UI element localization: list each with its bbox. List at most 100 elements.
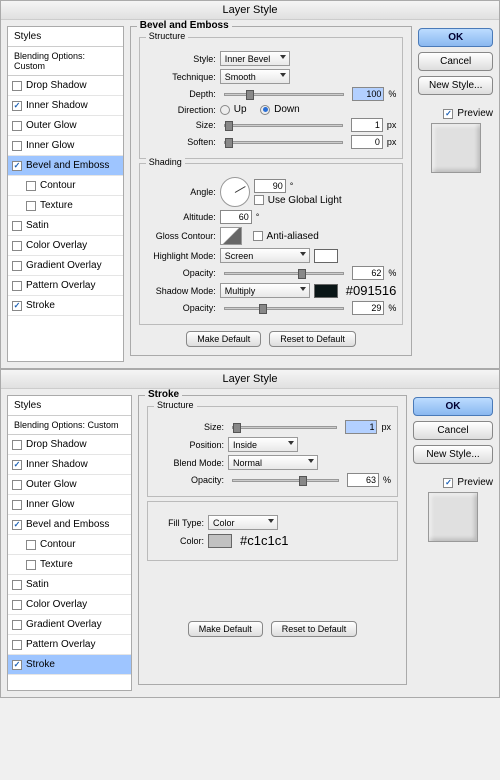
position-select[interactable]: Inside — [228, 437, 298, 452]
ok-button[interactable]: OK — [418, 28, 493, 47]
checkbox-icon[interactable] — [12, 460, 22, 470]
shadow-opacity-slider[interactable] — [224, 307, 345, 310]
cancel-button[interactable]: Cancel — [418, 52, 493, 71]
checkbox-icon[interactable] — [12, 660, 22, 670]
new-style-button[interactable]: New Style... — [413, 445, 493, 464]
checkbox-icon[interactable] — [12, 500, 22, 510]
shadow-mode-select[interactable]: Multiply — [220, 283, 310, 298]
checkbox-icon[interactable] — [12, 161, 22, 171]
style-bevel-emboss[interactable]: Bevel and Emboss — [8, 515, 131, 535]
depth-input[interactable]: 100 — [352, 87, 384, 101]
style-color-overlay[interactable]: Color Overlay — [8, 236, 123, 256]
checkbox-icon[interactable] — [12, 281, 22, 291]
style-stroke[interactable]: Stroke — [8, 296, 123, 316]
soften-input[interactable]: 0 — [351, 135, 383, 149]
preview-swatch — [428, 492, 478, 542]
style-outer-glow[interactable]: Outer Glow — [8, 475, 131, 495]
checkbox-icon[interactable] — [12, 81, 22, 91]
bevel-emboss-group: Bevel and Emboss Structure Style:Inner B… — [130, 26, 413, 356]
style-inner-glow[interactable]: Inner Glow — [8, 136, 123, 156]
checkbox-icon[interactable] — [12, 261, 22, 271]
checkbox-icon[interactable] — [12, 480, 22, 490]
checkbox-icon[interactable] — [12, 141, 22, 151]
style-pattern-overlay[interactable]: Pattern Overlay — [8, 635, 131, 655]
angle-input[interactable]: 90 — [254, 179, 286, 193]
checkbox-icon[interactable] — [12, 101, 22, 111]
technique-select[interactable]: Smooth — [220, 69, 290, 84]
settings-panel: Bevel and Emboss Structure Style:Inner B… — [130, 26, 413, 362]
preview-checkbox[interactable] — [443, 109, 453, 119]
angle-dial[interactable] — [220, 177, 250, 207]
style-color-overlay[interactable]: Color Overlay — [8, 595, 131, 615]
altitude-input[interactable]: 60 — [220, 210, 252, 224]
style-bevel-emboss[interactable]: Bevel and Emboss — [8, 156, 123, 176]
style-texture[interactable]: Texture — [8, 555, 131, 575]
style-drop-shadow[interactable]: Drop Shadow — [8, 435, 131, 455]
reset-default-button[interactable]: Reset to Default — [269, 331, 356, 347]
reset-default-button[interactable]: Reset to Default — [271, 621, 358, 637]
styles-header: Styles — [8, 396, 131, 416]
blending-options[interactable]: Blending Options: Custom — [8, 416, 131, 435]
stroke-size-input[interactable]: 1 — [345, 420, 377, 434]
cancel-button[interactable]: Cancel — [413, 421, 493, 440]
global-light-checkbox[interactable] — [254, 195, 264, 205]
style-gradient-overlay[interactable]: Gradient Overlay — [8, 256, 123, 276]
shadow-opacity-input[interactable]: 29 — [352, 301, 384, 315]
style-texture[interactable]: Texture — [8, 196, 123, 216]
checkbox-icon[interactable] — [12, 620, 22, 630]
style-inner-glow[interactable]: Inner Glow — [8, 495, 131, 515]
checkbox-icon[interactable] — [26, 560, 36, 570]
checkbox-icon[interactable] — [12, 580, 22, 590]
style-inner-shadow[interactable]: Inner Shadow — [8, 96, 123, 116]
make-default-button[interactable]: Make Default — [188, 621, 263, 637]
blend-mode-select[interactable]: Normal — [228, 455, 318, 470]
direction-down-radio[interactable] — [260, 105, 270, 115]
style-contour[interactable]: Contour — [8, 535, 131, 555]
style-contour[interactable]: Contour — [8, 176, 123, 196]
style-pattern-overlay[interactable]: Pattern Overlay — [8, 276, 123, 296]
checkbox-icon[interactable] — [26, 181, 36, 191]
style-stroke[interactable]: Stroke — [8, 655, 131, 675]
new-style-button[interactable]: New Style... — [418, 76, 493, 95]
highlight-mode-select[interactable]: Screen — [220, 248, 310, 263]
action-buttons: OK Cancel New Style... Preview — [413, 395, 493, 691]
size-slider[interactable] — [224, 124, 343, 127]
stroke-color-annotation: #c1c1c1 — [240, 533, 288, 548]
style-drop-shadow[interactable]: Drop Shadow — [8, 76, 123, 96]
preview-checkbox[interactable] — [443, 478, 453, 488]
blending-options[interactable]: Blending Options: Custom — [8, 47, 123, 76]
checkbox-icon[interactable] — [12, 121, 22, 131]
checkbox-icon[interactable] — [12, 600, 22, 610]
checkbox-icon[interactable] — [12, 440, 22, 450]
gloss-contour-picker[interactable] — [220, 227, 242, 245]
depth-slider[interactable] — [224, 93, 345, 96]
make-default-button[interactable]: Make Default — [186, 331, 261, 347]
checkbox-icon[interactable] — [12, 640, 22, 650]
stroke-color-swatch[interactable] — [208, 534, 232, 548]
size-input[interactable]: 1 — [351, 118, 383, 132]
checkbox-icon[interactable] — [26, 540, 36, 550]
fill-type-select[interactable]: Color — [208, 515, 278, 530]
style-satin[interactable]: Satin — [8, 216, 123, 236]
stroke-opacity-input[interactable]: 63 — [347, 473, 379, 487]
highlight-opacity-input[interactable]: 62 — [352, 266, 384, 280]
checkbox-icon[interactable] — [12, 520, 22, 530]
highlight-opacity-slider[interactable] — [224, 272, 345, 275]
stroke-size-slider[interactable] — [232, 426, 337, 429]
ok-button[interactable]: OK — [413, 397, 493, 416]
style-outer-glow[interactable]: Outer Glow — [8, 116, 123, 136]
style-inner-shadow[interactable]: Inner Shadow — [8, 455, 131, 475]
soften-slider[interactable] — [224, 141, 343, 144]
direction-up-radio[interactable] — [220, 105, 230, 115]
checkbox-icon[interactable] — [12, 221, 22, 231]
checkbox-icon[interactable] — [26, 201, 36, 211]
anti-aliased-checkbox[interactable] — [253, 231, 263, 241]
stroke-opacity-slider[interactable] — [232, 479, 339, 482]
shadow-color-swatch[interactable] — [314, 284, 338, 298]
style-satin[interactable]: Satin — [8, 575, 131, 595]
highlight-color-swatch[interactable] — [314, 249, 338, 263]
style-gradient-overlay[interactable]: Gradient Overlay — [8, 615, 131, 635]
checkbox-icon[interactable] — [12, 301, 22, 311]
checkbox-icon[interactable] — [12, 241, 22, 251]
style-select[interactable]: Inner Bevel — [220, 51, 290, 66]
